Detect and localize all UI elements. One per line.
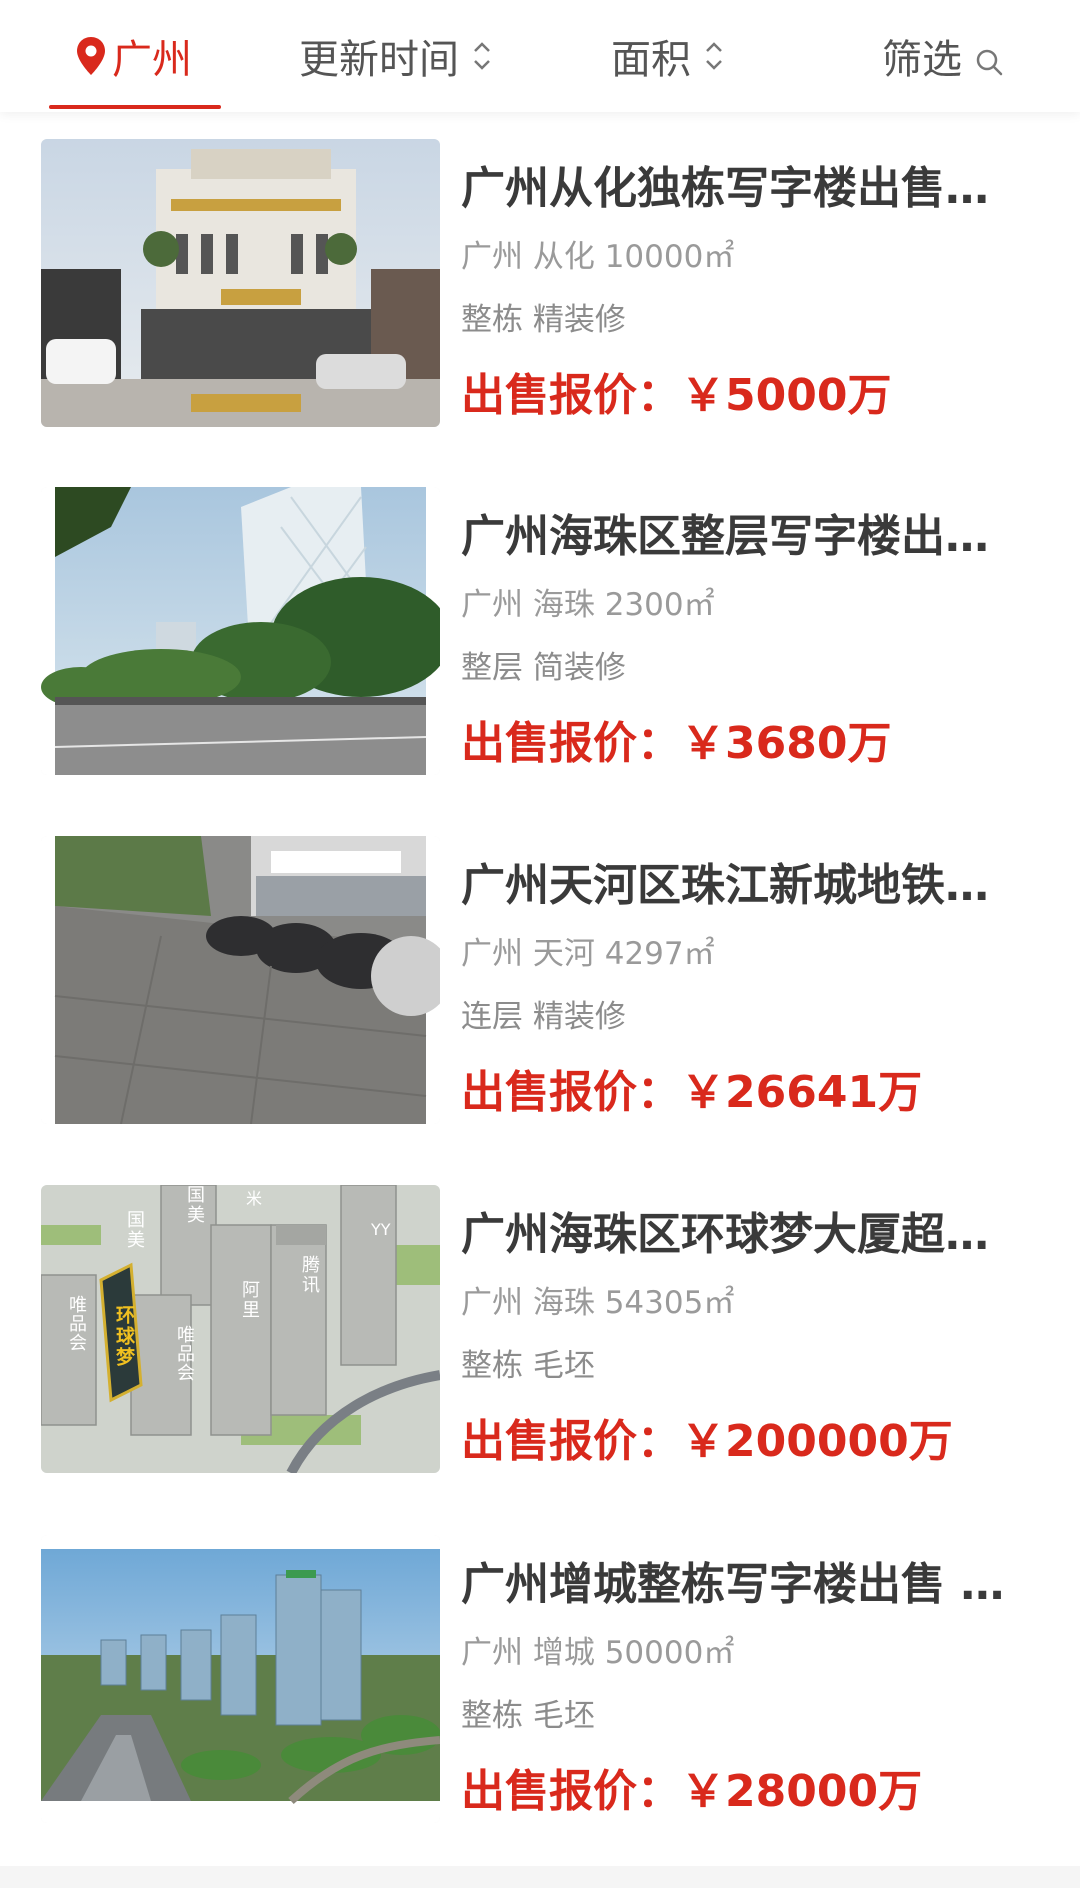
- listing-tags: 整层 简装修: [461, 650, 626, 686]
- listing-title[interactable]: 广州天河区珠江新城地铁…: [461, 857, 1006, 915]
- listing-photo[interactable]: [41, 139, 440, 427]
- location-pin-icon: [74, 35, 108, 77]
- search-icon: [974, 41, 1004, 76]
- image-text-label: 唯品会: [66, 1295, 87, 1352]
- filter-button[interactable]: 筛选: [882, 0, 1004, 112]
- listing-card[interactable]: 广州海珠区整层写字楼出… 广州 海珠 2300㎡ 整层 简装修 出售报价：￥36…: [0, 460, 1080, 775]
- image-text-label: 环球梦: [113, 1305, 135, 1368]
- bottom-divider: [0, 1866, 1080, 1888]
- sort-by-update-time[interactable]: 更新时间: [299, 0, 493, 112]
- listing-card[interactable]: 广州增城整栋写字楼出售 … 广州 增城 50000㎡ 整栋 毛坯 出售报价：￥2…: [0, 1508, 1080, 1823]
- sort-by-area[interactable]: 面积: [611, 0, 725, 112]
- listing-price: 出售报价：￥28000万: [461, 1766, 923, 1817]
- listing-tags: 整栋 毛坯: [461, 1348, 595, 1384]
- listing-tags: 连层 精装修: [461, 999, 626, 1035]
- city-label: 广州: [112, 37, 192, 83]
- sort-time-label: 更新时间: [299, 37, 459, 83]
- listing-photo[interactable]: [41, 836, 440, 1124]
- image-text-label: YY: [371, 1220, 391, 1239]
- listing-location: 广州 从化 10000㎡: [461, 239, 735, 275]
- listing-card[interactable]: 国美 米 YY 腾讯 阿里 唯品会 环球梦 国美 唯品会 广州海珠区环球梦大厦超…: [0, 1158, 1080, 1473]
- listing-tags: 整栋 毛坯: [461, 1698, 595, 1734]
- image-text-label: 阿里: [239, 1280, 260, 1320]
- sort-area-label: 面积: [611, 37, 691, 83]
- listing-card[interactable]: 广州从化独栋写字楼出售… 广州 从化 10000㎡ 整栋 精装修 出售报价：￥5…: [0, 112, 1080, 427]
- listing-price: 出售报价：￥3680万: [461, 718, 892, 769]
- listing-location: 广州 海珠 2300㎡: [461, 587, 715, 623]
- listing-location: 广州 增城 50000㎡: [461, 1635, 735, 1671]
- listing-location: 广州 海珠 54305㎡: [461, 1285, 735, 1321]
- image-text-label: 国美: [184, 1185, 205, 1225]
- listing-price: 出售报价：￥5000万: [461, 370, 892, 421]
- listing-photo[interactable]: [41, 487, 440, 775]
- filter-label: 筛选: [882, 37, 962, 83]
- listing-title[interactable]: 广州增城整栋写字楼出售 …: [461, 1556, 1006, 1614]
- sort-arrows-icon: [471, 36, 493, 76]
- active-tab-indicator: [49, 105, 221, 109]
- listing-photo[interactable]: 国美 米 YY 腾讯 阿里 唯品会 环球梦 国美 唯品会: [41, 1185, 440, 1473]
- listing-card[interactable]: 广州天河区珠江新城地铁… 广州 天河 4297㎡ 连层 精装修 出售报价：￥26…: [0, 809, 1080, 1124]
- listing-tags: 整栋 精装修: [461, 302, 626, 338]
- listing-title[interactable]: 广州海珠区环球梦大厦超…: [461, 1206, 1006, 1264]
- image-text-label: 唯品会: [174, 1325, 195, 1382]
- listing-price: 出售报价：￥26641万: [461, 1067, 923, 1118]
- image-text-label: 米: [246, 1189, 263, 1208]
- sort-arrows-icon: [703, 36, 725, 76]
- listing-price: 出售报价：￥200000万: [461, 1416, 953, 1467]
- listing-title[interactable]: 广州从化独栋写字楼出售…: [461, 160, 1006, 218]
- listing-location: 广州 天河 4297㎡: [461, 936, 715, 972]
- listing-photo[interactable]: [41, 1535, 440, 1823]
- city-selector[interactable]: 广州: [74, 0, 192, 112]
- image-text-label: 腾讯: [299, 1255, 320, 1295]
- image-text-label: 国美: [124, 1210, 145, 1250]
- listing-title[interactable]: 广州海珠区整层写字楼出…: [461, 508, 1006, 566]
- top-filter-bar: 广州 更新时间 面积 筛选: [0, 0, 1080, 112]
